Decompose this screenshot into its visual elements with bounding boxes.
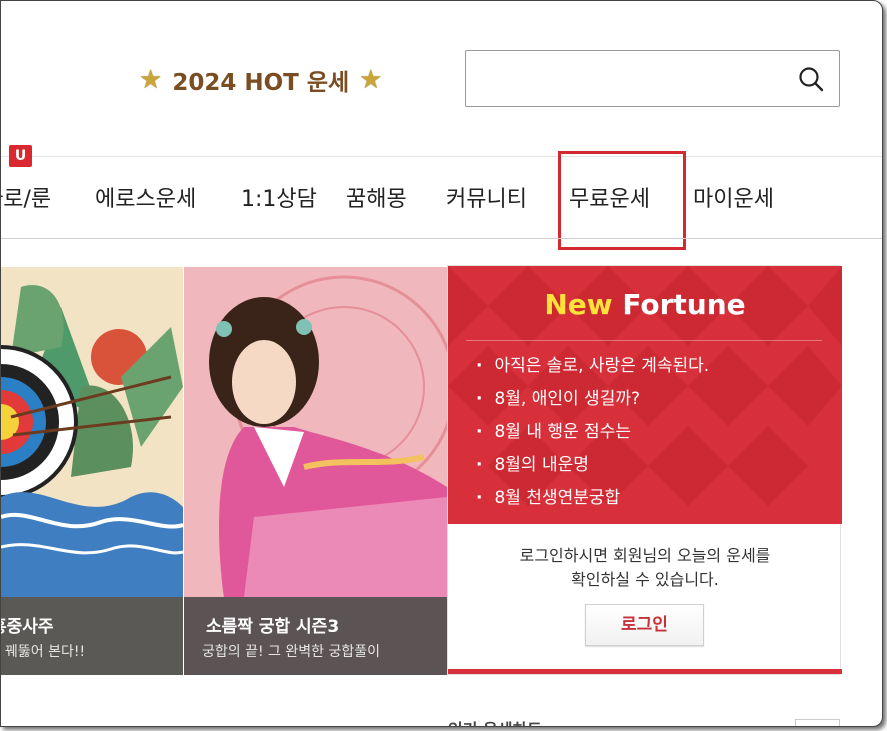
nav-item-community[interactable]: 커뮤니티	[446, 181, 527, 213]
search-box[interactable]	[465, 50, 840, 107]
hanbok-woman-illustration	[184, 267, 447, 597]
title-divider	[466, 340, 822, 341]
hot-fortune-promo[interactable]: ★ 2024 HOT 운세 ★	[139, 63, 382, 97]
banner-card-caption: 소름짝 궁합 시즌3 궁합의 끝! 그 완벽한 궁합풀이	[184, 597, 447, 675]
fortune-link[interactable]: 아직은 솔로, 사랑은 계속된다.	[476, 354, 709, 387]
nav-top-divider	[1, 156, 882, 157]
title-new: New	[544, 288, 613, 321]
nav-bottom-divider	[1, 238, 882, 239]
card-title: 홍중사주	[1, 617, 54, 637]
fortune-link[interactable]: 8월, 애인이 생길까?	[476, 387, 709, 420]
nav-item-my-fortune[interactable]: 마이운세	[693, 181, 774, 213]
nav-item-tarot[interactable]: 타로/룬	[1, 181, 51, 213]
star-icon: ★	[359, 65, 383, 95]
search-input[interactable]	[474, 59, 774, 97]
card-subtitle: 궁합의 끝! 그 완벽한 궁합풀이	[202, 644, 380, 660]
new-fortune-panel: New Fortune 아직은 솔로, 사랑은 계속된다. 8월, 애인이 생길…	[447, 265, 842, 675]
promo-text: 2024 HOT 운세	[172, 70, 350, 96]
card-title: 소름짝 궁합 시즌3	[206, 617, 340, 637]
banner-card-compatibility[interactable]: 소름짝 궁합 시즌3 궁합의 끝! 그 완벽한 궁합풀이	[184, 267, 447, 675]
nav-item-dream[interactable]: 꿈해몽	[346, 181, 407, 213]
login-button[interactable]: 로그인	[585, 604, 704, 646]
login-message-line: 확인하실 수 있습니다.	[571, 570, 719, 589]
panel-bottom-bar	[448, 669, 842, 674]
new-badge: U	[9, 145, 32, 167]
nav-highlight-box	[558, 151, 686, 250]
title-fortune: Fortune	[622, 288, 746, 321]
carousel-arrows[interactable]	[795, 719, 840, 726]
fortune-link[interactable]: 8월의 내운명	[476, 453, 709, 486]
new-fortune-box: New Fortune 아직은 솔로, 사랑은 계속된다. 8월, 애인이 생길…	[448, 266, 842, 524]
browser-window: ★ 2024 HOT 운세 ★ U 타로/룬 에로스운세 1:1상담 꿈해몽 커…	[0, 0, 883, 727]
section-title: 인기 운세차트	[448, 716, 542, 726]
archery-target-illustration	[1, 267, 183, 597]
fortune-link[interactable]: 8월 내 행운 점수는	[476, 420, 709, 453]
banner-card-saju[interactable]: 홍중사주 꿰뚫어 본다!!	[1, 267, 183, 675]
search-icon[interactable]	[797, 65, 825, 93]
star-icon: ★	[139, 65, 163, 95]
login-message-line: 로그인하시면 회원님의 오늘의 운세를	[519, 546, 771, 565]
nav-item-eros[interactable]: 에로스운세	[95, 181, 196, 213]
main-banner: 홍중사주 꿰뚫어 본다!! 소름짝 궁합 시즌3 궁합의 끝! 그 완벽한	[1, 265, 842, 675]
new-fortune-list: 아직은 솔로, 사랑은 계속된다. 8월, 애인이 생길까? 8월 내 행운 점…	[476, 354, 709, 519]
fortune-link[interactable]: 8월 천생연분궁합	[476, 486, 709, 519]
login-message: 로그인하시면 회원님의 오늘의 운세를 확인하실 수 있습니다.	[448, 544, 842, 592]
banner-card-caption: 홍중사주 꿰뚫어 본다!!	[1, 597, 183, 675]
card-subtitle: 꿰뚫어 본다!!	[5, 644, 86, 660]
new-fortune-title: New Fortune	[448, 288, 842, 321]
nav-item-consult[interactable]: 1:1상담	[241, 181, 317, 213]
